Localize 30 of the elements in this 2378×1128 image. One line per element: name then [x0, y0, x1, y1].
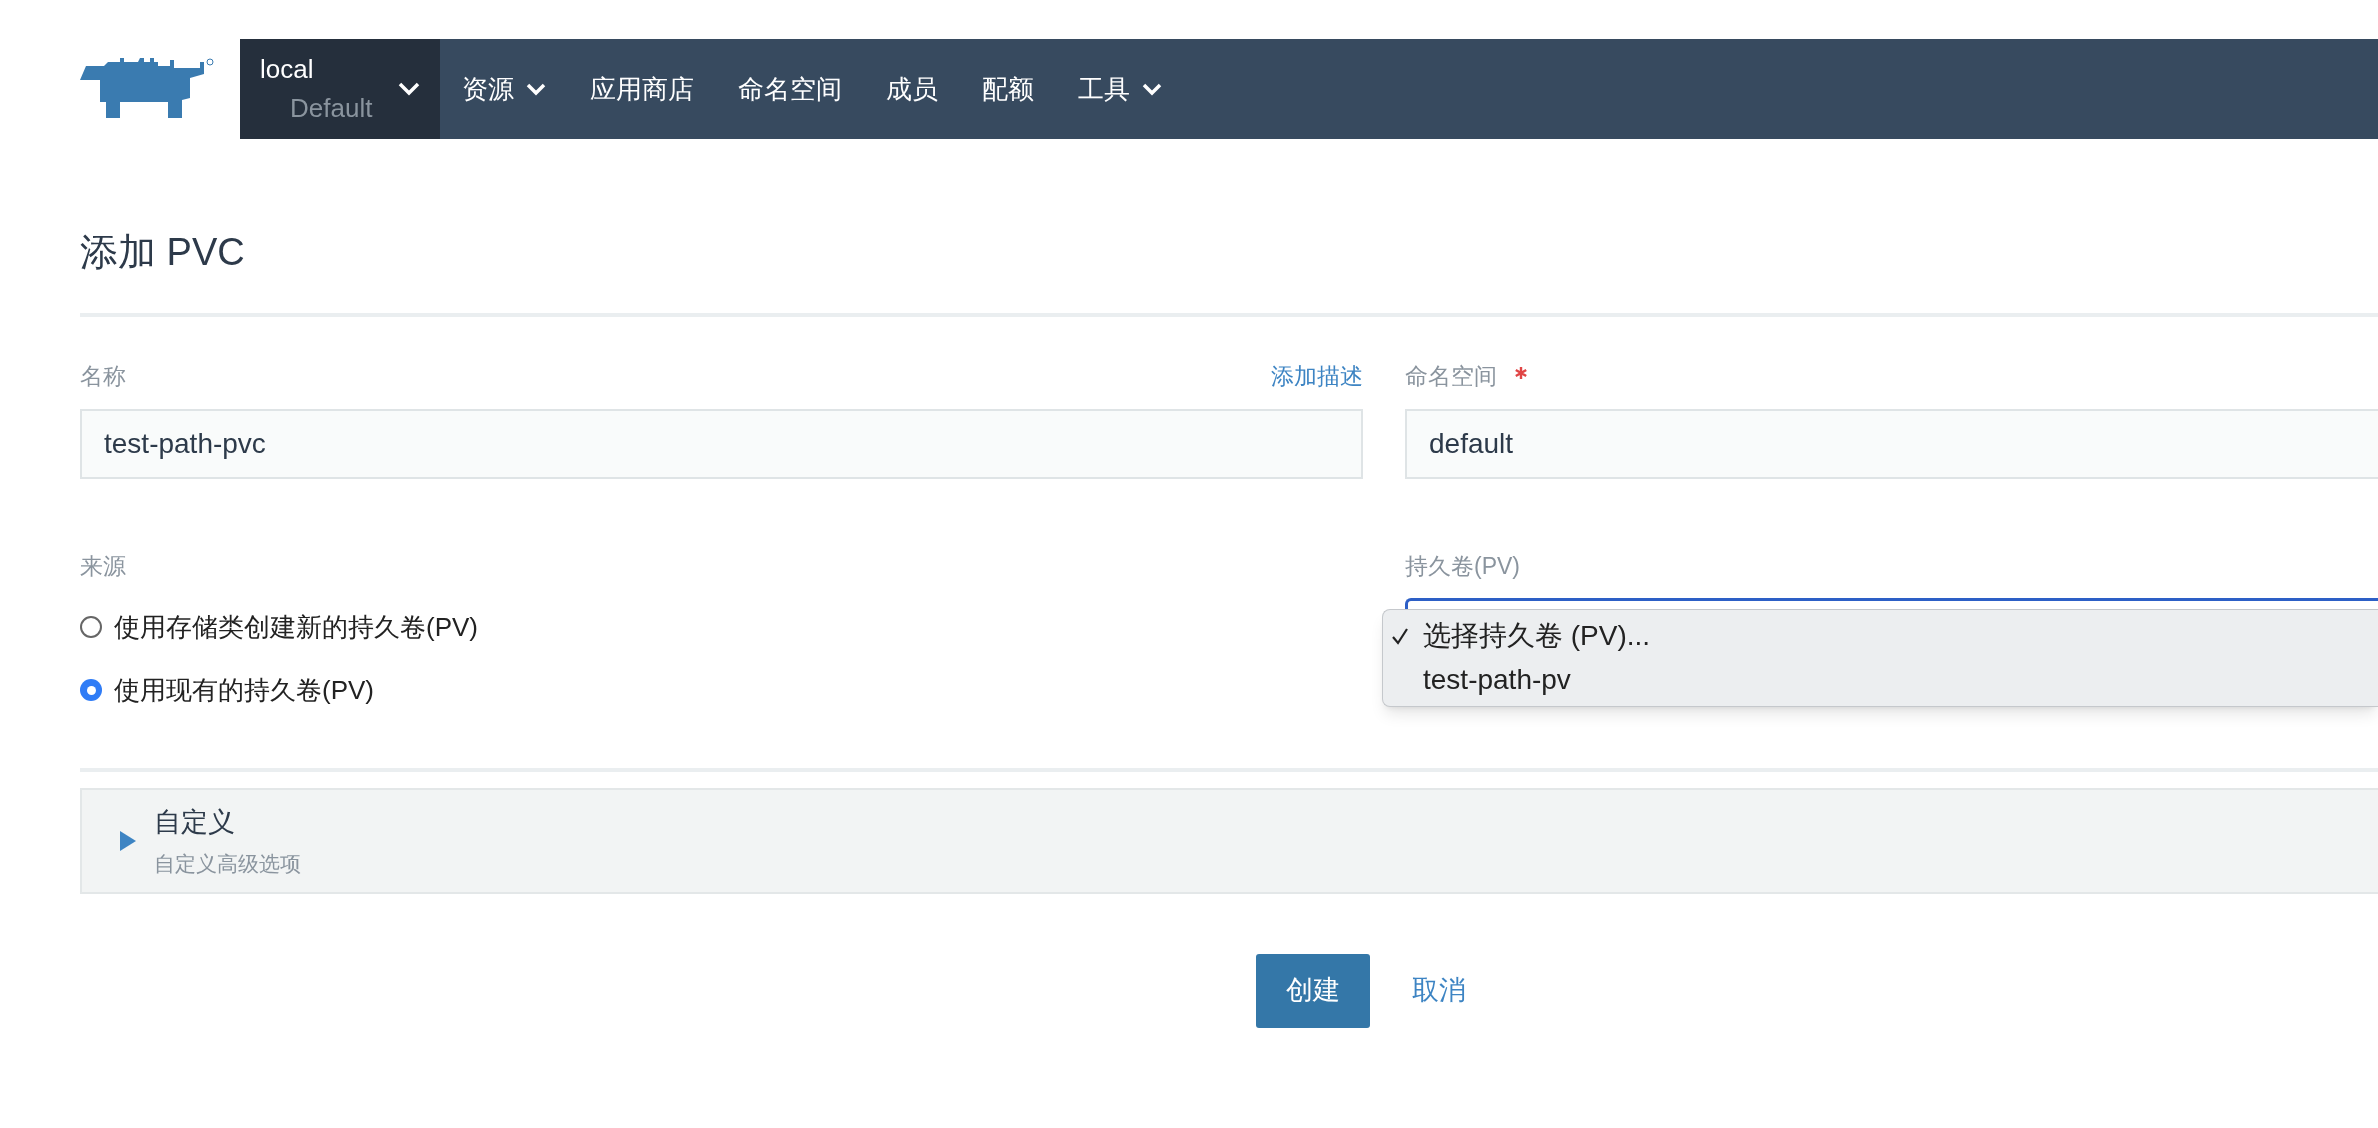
radio-button[interactable] [80, 616, 102, 638]
page-title: 添加 PVC [80, 230, 246, 275]
radio-option[interactable]: 使用现有的持久卷(PV) [80, 670, 1363, 710]
dropdown-option[interactable]: 选择持久卷 (PV)... [1383, 614, 2378, 658]
field-label: 持久卷(PV) [1405, 552, 1521, 581]
customize-panel[interactable]: 自定义 自定义高级选项 [80, 787, 2378, 894]
field-label: 来源 [80, 552, 127, 581]
cluster-switcher[interactable]: local Default [240, 39, 440, 139]
nav-menu-item[interactable]: 配额 [982, 69, 1034, 109]
name-input-field[interactable]: test-path-pvc [80, 409, 1363, 479]
radio-button[interactable] [80, 679, 102, 701]
chevron-down-icon [398, 82, 420, 96]
panel-subtitle: 自定义高级选项 [154, 851, 301, 877]
project-name: Default [289, 92, 373, 125]
dropdown-option[interactable]: test-path-pv [1383, 658, 2378, 702]
nav-menu-item[interactable]: 成员 [886, 69, 938, 109]
rancher-logo[interactable] [80, 58, 215, 120]
cancel-link[interactable]: 取消 [1412, 970, 1466, 1011]
panel-title: 自定义 [154, 805, 236, 839]
namespace-input-field[interactable]: default [1405, 409, 2378, 479]
create-button[interactable]: 创建 [1256, 953, 1370, 1028]
nav-menu-item[interactable]: 应用商店 [590, 69, 694, 109]
nav-menu-item[interactable]: 资源 [462, 69, 546, 109]
radio-option[interactable]: 使用存储类创建新的持久卷(PV) [80, 607, 1363, 647]
field-label: 命名空间 [1405, 361, 1497, 391]
cluster-name: local [260, 53, 315, 86]
nav-menu-item[interactable]: 命名空间 [738, 69, 842, 109]
add-description-link[interactable]: 添加描述 [1271, 358, 1363, 393]
nav-menu-item[interactable]: 工具 [1078, 69, 1162, 109]
field-label: 名称 [80, 361, 126, 391]
